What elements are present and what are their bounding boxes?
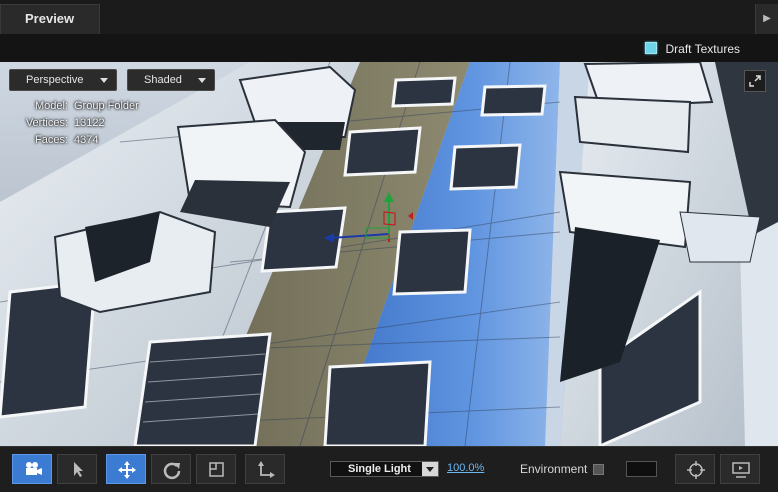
draft-textures-checkbox[interactable] xyxy=(644,42,657,54)
draft-textures-label: Draft Textures xyxy=(665,42,740,56)
camera-icon xyxy=(26,462,42,475)
light-mode-dropdown[interactable]: Single Light xyxy=(330,461,439,477)
options-bar: Draft Textures xyxy=(0,34,778,62)
tab-preview[interactable]: Preview xyxy=(0,4,100,34)
crosshair-button[interactable] xyxy=(675,454,715,484)
zoom-level-link[interactable]: 100.0% xyxy=(447,462,484,474)
move-tool-button[interactable] xyxy=(106,454,146,484)
chevron-down-icon xyxy=(198,78,206,83)
scale-tool-button[interactable] xyxy=(245,454,285,484)
stat-row: Faces: 4374 xyxy=(34,134,99,146)
triangle-right-icon[interactable]: ▶ xyxy=(755,4,778,34)
frame-tool-button[interactable] xyxy=(196,454,236,484)
background-color-swatch[interactable] xyxy=(626,461,657,477)
draft-textures-toggle[interactable]: Draft Textures xyxy=(644,42,740,56)
environment-label: Environment xyxy=(520,462,588,476)
frame-icon xyxy=(209,462,224,477)
crosshair-icon xyxy=(687,461,705,479)
camera-mode-value: Perspective xyxy=(26,74,84,86)
shading-mode-dropdown[interactable]: Shaded xyxy=(127,69,215,91)
stat-row: Vertices: 13122 xyxy=(25,117,105,129)
expand-icon[interactable] xyxy=(744,70,766,92)
shading-mode-value: Shaded xyxy=(144,74,182,86)
camera-mode-dropdown[interactable]: Perspective xyxy=(9,69,117,91)
display-icon xyxy=(732,462,750,478)
rotate-tool-button[interactable] xyxy=(151,454,191,484)
select-tool-button[interactable] xyxy=(57,454,97,484)
3d-viewport[interactable]: Perspective Shaded Model: Group Folder Ve… xyxy=(0,62,778,446)
move-icon xyxy=(118,461,136,479)
model-stats: Model: Group Folder Vertices: 13122 Faces:… xyxy=(20,98,139,149)
chevron-down-icon xyxy=(422,462,438,476)
rotate-icon xyxy=(163,462,181,480)
stat-row: Model: Group Folder xyxy=(34,100,139,112)
panel-tab-bar: Preview ▶ xyxy=(0,0,778,35)
viewport-toolbar: Single Light 100.0% Environment xyxy=(0,446,778,492)
light-mode-value: Single Light xyxy=(348,463,411,475)
select-arrow-icon xyxy=(74,462,83,477)
scale-axis-icon xyxy=(258,461,275,478)
display-button[interactable] xyxy=(720,454,760,484)
camera-tool-button[interactable] xyxy=(12,454,52,484)
chevron-down-icon xyxy=(100,78,108,83)
environment-checkbox[interactable] xyxy=(593,464,604,475)
